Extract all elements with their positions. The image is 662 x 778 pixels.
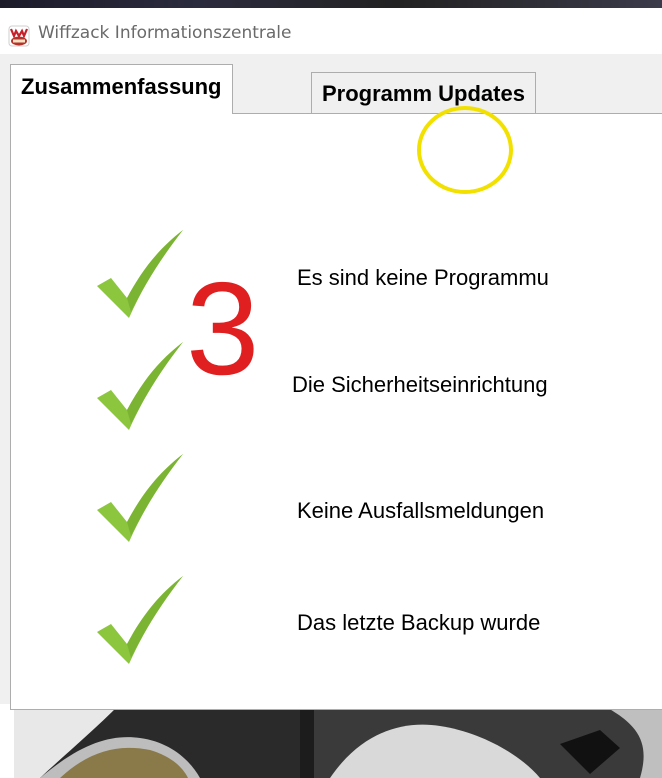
banner-photo xyxy=(0,704,662,778)
highlight-circle-annotation xyxy=(417,106,513,194)
top-screen-strip xyxy=(0,0,662,8)
status-row-backup: Das letzte Backup wurde xyxy=(11,570,662,680)
green-checkmark-icon xyxy=(97,454,183,542)
status-text-failures: Keine Ausfallsmeldungen xyxy=(297,498,545,523)
status-text-backup: Das letzte Backup wurde xyxy=(297,610,541,635)
tab-programm-updates[interactable]: Programm Updates xyxy=(311,72,536,114)
status-row-failures: Keine Ausfallsmeldungen xyxy=(11,454,662,568)
status-text-security: Die Sicherheitseinrichtung xyxy=(292,372,548,397)
main-window: Zusammenfassung Programm Updates Es sind… xyxy=(0,54,662,710)
green-checkmark-icon xyxy=(97,230,183,318)
status-row-security: Die Sicherheitseinrichtung xyxy=(11,342,662,456)
status-text-updates: Es sind keine Programmu xyxy=(297,265,549,290)
window-titlebar[interactable]: Wiffzack Informationszentrale xyxy=(0,8,662,54)
step-number-annotation: 3 xyxy=(186,255,260,402)
wiffzack-app-icon xyxy=(8,25,30,47)
window-title: Wiffzack Informationszentrale xyxy=(38,23,292,43)
status-row-updates: Es sind keine Programmu xyxy=(11,230,662,344)
tab-zusammenfassung[interactable]: Zusammenfassung xyxy=(10,64,233,114)
green-checkmark-icon xyxy=(97,576,183,664)
tab-panel-zusammenfassung: Es sind keine Programmu Die Sicherheitse… xyxy=(10,113,662,710)
green-checkmark-icon xyxy=(97,342,183,430)
